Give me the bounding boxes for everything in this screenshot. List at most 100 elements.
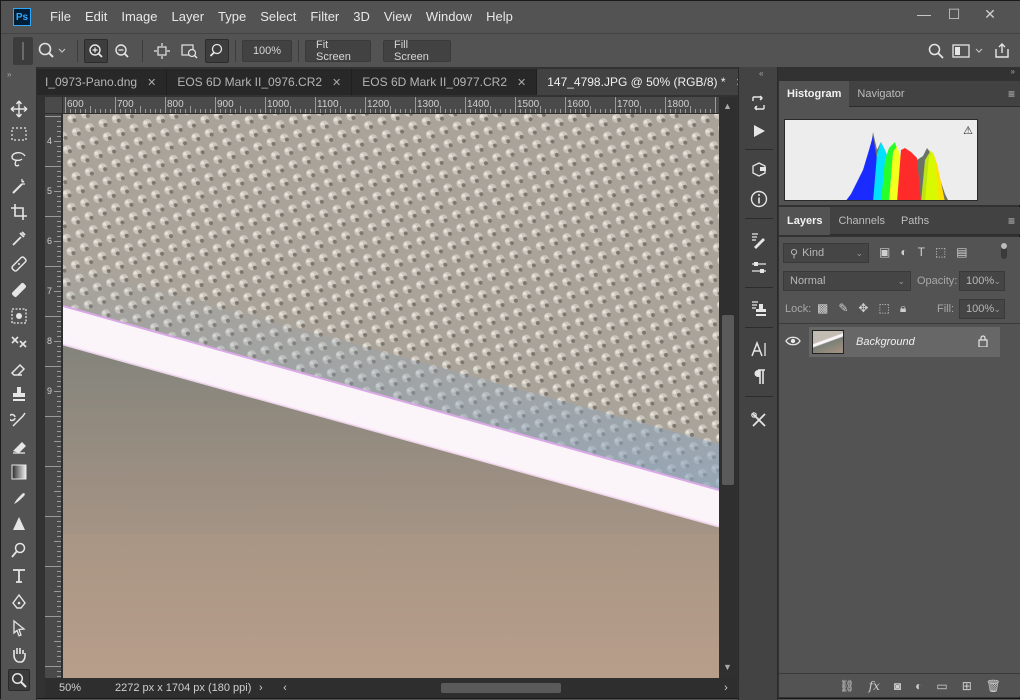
menu-filter[interactable]: Filter (303, 1, 346, 33)
type-filter-icon[interactable]: T (918, 245, 925, 259)
menu-layer[interactable]: Layer (165, 1, 212, 33)
smart-object-filter-icon[interactable]: ▤ (956, 245, 967, 259)
info-panel-icon[interactable] (748, 188, 770, 210)
document-tab[interactable]: EOS 6D Mark II_0976.CR2 ✕ (167, 69, 353, 95)
new-adjustment-layer-icon[interactable]: ◐ (915, 679, 922, 693)
close-tab-icon[interactable]: ✕ (147, 76, 156, 89)
tab-histogram[interactable]: Histogram (779, 80, 850, 107)
brush-tool-icon[interactable] (8, 279, 30, 301)
menu-help[interactable]: Help (479, 1, 520, 33)
panel-menu-icon[interactable]: ≡ (1008, 87, 1015, 101)
clone-source-panel-icon[interactable] (748, 297, 770, 319)
fx-icon[interactable]: fx (869, 679, 880, 693)
history-brush-tool-icon[interactable] (8, 331, 30, 353)
status-menu-arrow-icon[interactable]: › (259, 682, 275, 694)
zoom-in-icon[interactable] (84, 38, 108, 63)
close-window-button[interactable]: ✕ (975, 1, 1005, 27)
minimize-button[interactable]: — (909, 1, 939, 27)
horizontal-scrollbar[interactable] (295, 681, 715, 695)
kind-filter-select[interactable]: ⚲ Kind ⌄ (783, 243, 869, 263)
sharpen-tool-icon[interactable] (8, 513, 30, 535)
scroll-down-icon[interactable]: ▼ (723, 662, 732, 672)
tab-channels[interactable]: Channels (830, 208, 892, 234)
delete-layer-icon[interactable]: 🗑︎ (986, 679, 1001, 693)
share-icon[interactable] (989, 39, 1015, 63)
eraser-tool-icon[interactable] (8, 357, 30, 379)
scroll-up-icon[interactable]: ▲ (723, 101, 732, 111)
expand-panels-icon[interactable]: « (759, 69, 763, 78)
scroll-left-icon[interactable]: ‹ (275, 682, 295, 694)
menu-edit[interactable]: Edit (78, 1, 114, 33)
new-layer-icon[interactable]: ⊞ (962, 679, 972, 693)
lock-artboard-icon[interactable]: ⬚ (878, 301, 889, 316)
menu-type[interactable]: Type (211, 1, 253, 33)
resize-windows-icon[interactable] (149, 39, 175, 63)
move-tool-icon[interactable] (8, 98, 30, 120)
document-tab[interactable]: I_0973-Pano.dng ✕ (37, 69, 168, 95)
fill-input[interactable]: 100% ⌄ (959, 299, 1005, 319)
layer-row-background[interactable]: Background (809, 327, 1000, 357)
menu-select[interactable]: Select (253, 1, 303, 33)
lock-position-icon[interactable]: ✥ (858, 301, 868, 316)
lock-transparent-icon[interactable]: ▩ (817, 301, 828, 316)
document-canvas[interactable] (63, 114, 719, 678)
tab-navigator[interactable]: Navigator (849, 81, 912, 107)
search-icon[interactable] (923, 39, 949, 63)
horizontal-scroll-thumb[interactable] (441, 683, 561, 693)
document-tab[interactable]: EOS 6D Mark II_0977.CR2 ✕ (352, 69, 538, 95)
clone-stamp-tool-icon[interactable] (8, 305, 30, 327)
dodge-tool-icon[interactable] (8, 539, 30, 561)
crop-tool-icon[interactable] (8, 201, 30, 223)
grip-handle[interactable] (13, 36, 33, 65)
path-selection-tool-icon[interactable] (8, 617, 30, 639)
quick-selection-tool-icon[interactable] (8, 175, 30, 197)
opacity-input[interactable]: 100% ⌄ (959, 271, 1005, 291)
zoom-out-icon[interactable] (108, 39, 136, 63)
blend-mode-select[interactable]: Normal ⌄ (783, 271, 911, 291)
layer-lock-icon[interactable] (978, 334, 988, 350)
menu-3d[interactable]: 3D (346, 1, 377, 33)
add-mask-icon[interactable]: ◙ (894, 679, 901, 693)
menu-view[interactable]: View (377, 1, 419, 33)
vertical-scroll-thumb[interactable] (722, 315, 734, 485)
tab-layers[interactable]: Layers (779, 206, 831, 235)
lasso-tool-icon[interactable] (8, 149, 30, 171)
menu-file[interactable]: File (43, 1, 78, 33)
3d-panel-icon[interactable] (748, 159, 770, 181)
history-panel-icon[interactable] (748, 92, 770, 114)
panel-menu-icon[interactable]: ≡ (1008, 214, 1015, 228)
workspace-switcher-icon[interactable] (949, 39, 989, 63)
marquee-tool-icon[interactable] (8, 123, 30, 145)
pen-tool-icon[interactable] (8, 591, 30, 613)
stamp-tool-icon[interactable] (8, 383, 30, 405)
lock-all-icon[interactable]: 🔒︎ (900, 301, 906, 316)
tab-paths[interactable]: Paths (893, 208, 937, 234)
pixel-filter-icon[interactable]: ▣ (879, 245, 890, 259)
maximize-button[interactable]: ☐ (939, 1, 969, 27)
paragraph-panel-icon[interactable] (748, 366, 770, 388)
lock-image-icon[interactable]: ✎ (838, 301, 848, 316)
character-panel-icon[interactable] (748, 338, 770, 360)
menu-image[interactable]: Image (114, 1, 164, 33)
smudge-tool-icon[interactable] (8, 487, 30, 509)
hand-tool-icon[interactable] (8, 643, 30, 665)
gradient-tool-icon[interactable] (8, 461, 30, 483)
adjustment-filter-icon[interactable]: ◐ (900, 245, 907, 259)
eyedropper-tool-icon[interactable] (8, 227, 30, 249)
tool-presets-panel-icon[interactable] (748, 409, 770, 431)
warning-icon[interactable]: ⚠ (963, 124, 973, 137)
healing-brush-tool-icon[interactable] (8, 253, 30, 275)
adjustments-panel-icon[interactable] (748, 257, 770, 279)
panel-collapse-icon[interactable]: » (1011, 67, 1015, 76)
zoom-tool-preset-icon[interactable] (35, 39, 71, 63)
new-group-icon[interactable]: ▭ (936, 679, 947, 693)
shape-filter-icon[interactable]: ⬚ (935, 245, 946, 259)
close-tab-icon[interactable]: ✕ (332, 76, 341, 89)
collapse-tools-icon[interactable]: » (7, 70, 12, 79)
menu-window[interactable]: Window (419, 1, 479, 33)
art-history-brush-icon[interactable] (8, 409, 30, 431)
zoom-percent-button[interactable]: 100% (242, 39, 292, 62)
zoom-all-windows-icon[interactable] (175, 39, 205, 63)
eraser-alt-tool-icon[interactable] (8, 435, 30, 457)
scroll-right-icon[interactable]: › (715, 682, 737, 694)
